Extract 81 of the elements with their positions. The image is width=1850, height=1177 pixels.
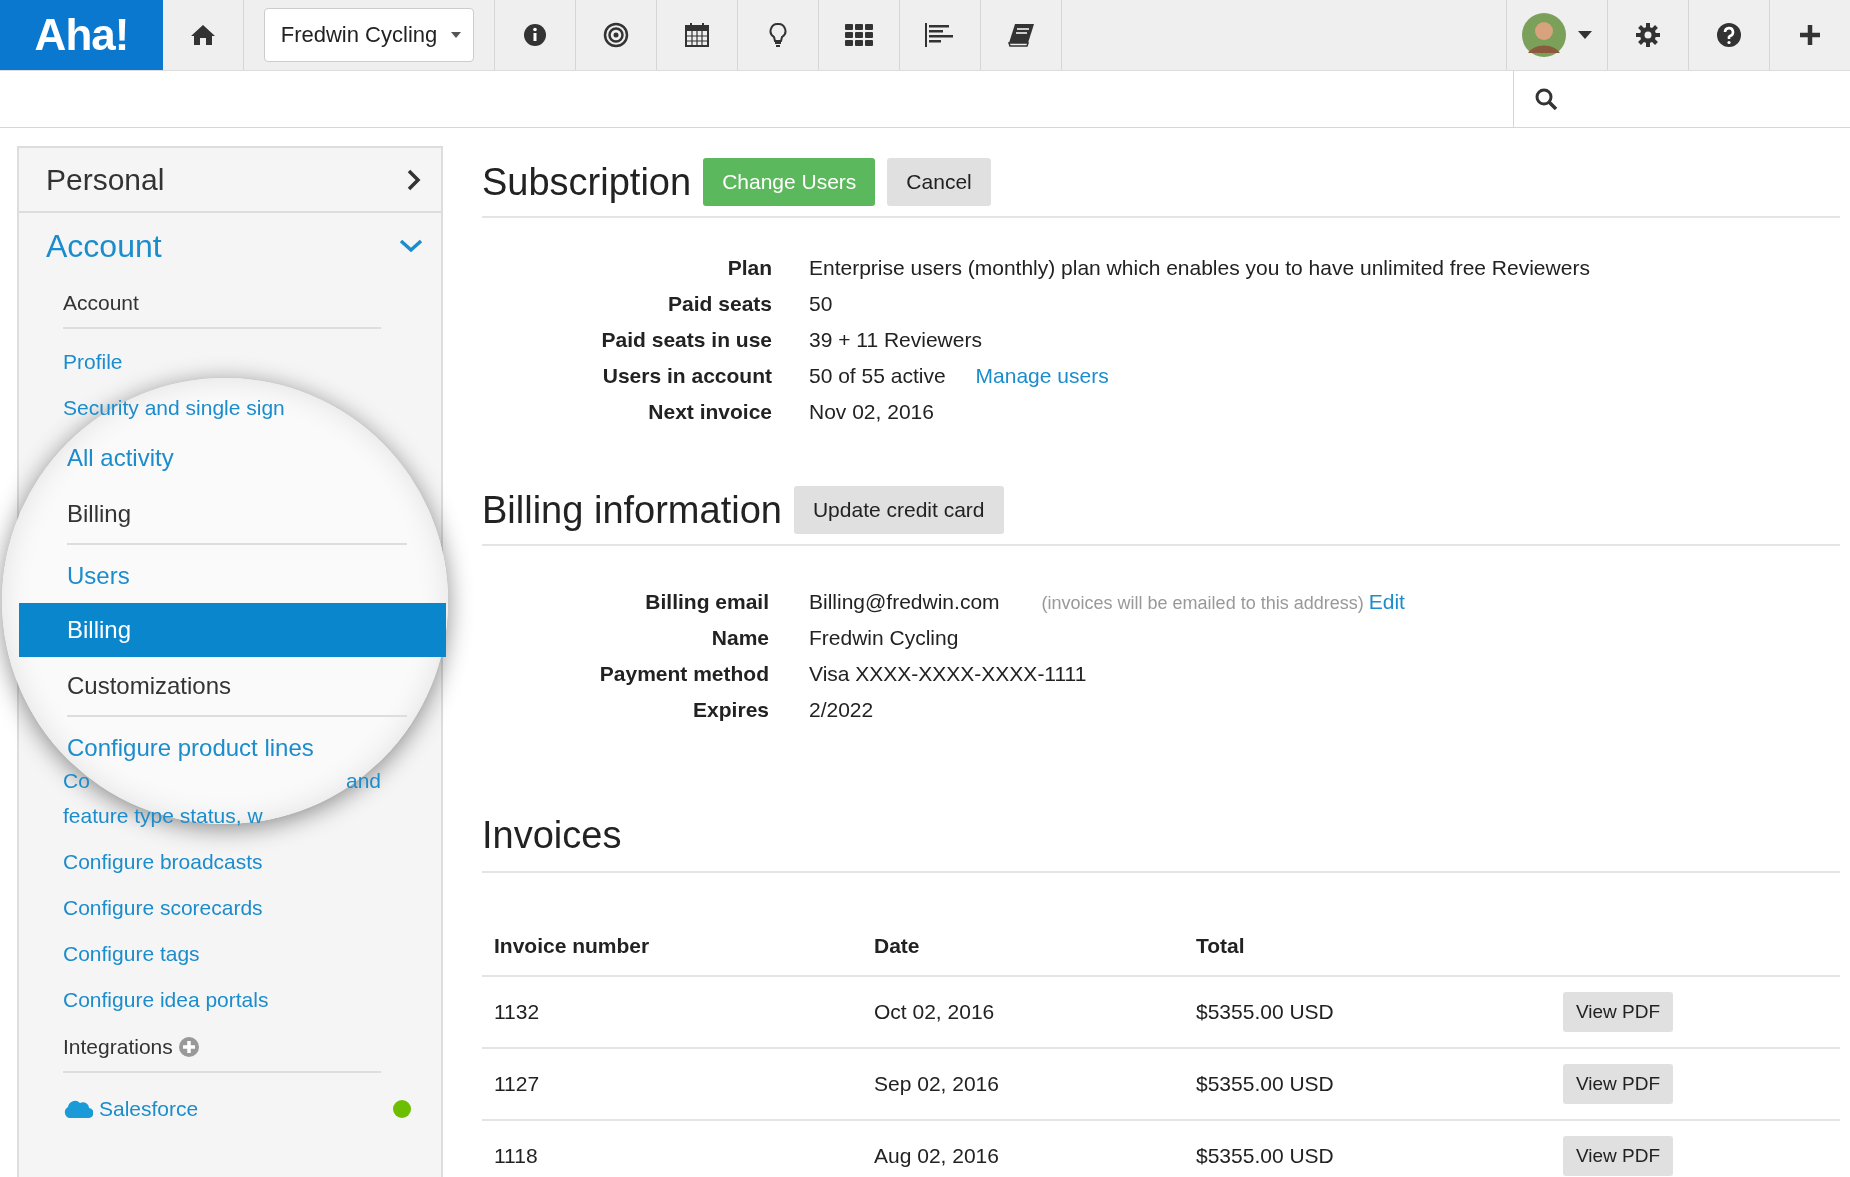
table-cell-text: Aug 02, 2016	[874, 1144, 1000, 1168]
field-label: Payment method	[598, 662, 769, 686]
column-header: Invoice number	[494, 934, 651, 958]
nav-link[interactable]: Configure tags	[19, 931, 441, 977]
add-icon[interactable]	[1798, 23, 1822, 47]
table-cell-text: 1132	[494, 1000, 541, 1024]
logo[interactable]: Aha!	[0, 0, 163, 70]
lightbulb-icon[interactable]	[769, 22, 787, 48]
section-title: Subscription	[482, 160, 692, 204]
column-header: Total	[1196, 934, 1246, 958]
section-title: Billing information	[482, 488, 782, 532]
section-heading: Integrations	[63, 1035, 173, 1059]
view-pdf-button[interactable]: View PDF	[1563, 1064, 1674, 1104]
caret-icon	[451, 32, 462, 38]
field-label: Next invoice	[647, 400, 772, 424]
settings-icon[interactable]	[1635, 22, 1661, 48]
view-pdf-button[interactable]: View PDF	[1563, 1136, 1674, 1176]
manage-users-link[interactable]: Manage users	[975, 364, 1109, 388]
avatar-icon[interactable]	[1522, 13, 1566, 57]
nav-link[interactable]: Configure broadcasts	[19, 839, 441, 885]
field-value: Fredwin Cycling	[809, 626, 959, 650]
section-heading: Account	[63, 291, 139, 315]
column-header: Date	[874, 934, 921, 958]
search-icon	[1534, 87, 1558, 111]
book-icon[interactable]	[1007, 23, 1035, 47]
field-value: 2/2022	[809, 698, 874, 722]
nav-link[interactable]: Configure idea portals	[19, 977, 441, 1023]
section-heading: Customizations	[67, 672, 232, 700]
table-cell-text: $5355.00 USD	[1196, 1144, 1335, 1168]
field-value: Enterprise users (monthly) plan which enables you to have unlimited free Reviewers	[809, 256, 1590, 280]
field-label: Expires	[692, 698, 769, 722]
field-label: Name	[710, 626, 769, 650]
info-icon[interactable]	[523, 23, 547, 47]
view-pdf-button[interactable]: View PDF	[1563, 992, 1674, 1032]
nav-link[interactable]: Configure scorecards	[19, 885, 441, 931]
field-label: Paid seats in use	[600, 328, 772, 352]
calendar-icon[interactable]	[684, 22, 710, 48]
field-value: Billing@fredwin.com	[809, 590, 1000, 614]
nav-link[interactable]: All activity	[19, 431, 441, 485]
selected-nav-item[interactable]: Billing	[19, 603, 446, 657]
hint-text: (invoices will be emailed to this address)	[1041, 593, 1364, 614]
field-value: 50	[809, 292, 833, 316]
personal-section[interactable]: Personal	[46, 162, 165, 197]
workspace-dropdown[interactable]: Fredwin Cycling	[263, 8, 475, 62]
nav-link[interactable]: and	[345, 769, 381, 793]
field-value: Visa XXXX-XXXX-XXXX-1111	[809, 662, 1087, 686]
nav-link[interactable]: feature type status, w	[19, 793, 441, 839]
field-value: 50 of 55 active	[809, 364, 946, 388]
home-icon[interactable]	[190, 24, 216, 46]
table-cell-text: $5355.00 USD	[1196, 1072, 1335, 1096]
nav-link[interactable]: Co	[63, 769, 90, 793]
cancel-button[interactable]: Cancel	[887, 158, 991, 206]
target-icon[interactable]	[603, 22, 629, 48]
field-value: 39 + 11 Reviewers	[809, 328, 982, 352]
table-cell-text: Sep 02, 2016	[874, 1072, 1000, 1096]
table-cell-text: Oct 02, 2016	[874, 1000, 996, 1024]
cloud-icon	[63, 1099, 93, 1119]
table-cell-text: 1118	[494, 1144, 539, 1168]
integration-link[interactable]: Salesforce	[99, 1097, 387, 1121]
table-cell-text: $5355.00 USD	[1196, 1000, 1335, 1024]
field-label: Plan	[726, 256, 772, 280]
table-cell-text: 1127	[494, 1072, 541, 1096]
chevron-down-icon[interactable]	[399, 239, 423, 253]
section-title: Invoices	[482, 814, 622, 857]
update-credit-card-button[interactable]: Update credit card	[793, 486, 1004, 534]
caret-icon[interactable]	[1578, 31, 1592, 39]
grid-icon[interactable]	[845, 24, 873, 46]
nav-link[interactable]: Users	[19, 549, 441, 603]
chevron-right-icon[interactable]	[407, 168, 421, 191]
help-icon[interactable]	[1716, 22, 1742, 48]
edit-link[interactable]: Edit	[1368, 590, 1405, 614]
list-icon[interactable]	[925, 23, 955, 47]
field-label: Paid seats	[667, 292, 772, 316]
account-section[interactable]: Account	[46, 227, 162, 265]
field-label: Users in account	[601, 364, 772, 388]
field-label: Billing email	[644, 590, 769, 614]
nav-link[interactable]: Security and single sign	[19, 385, 441, 431]
nav-link[interactable]: Profile	[19, 339, 441, 385]
section-heading: Billing	[67, 500, 132, 528]
field-value: Nov 02, 2016	[809, 400, 934, 424]
change-users-button[interactable]: Change Users	[703, 158, 876, 206]
